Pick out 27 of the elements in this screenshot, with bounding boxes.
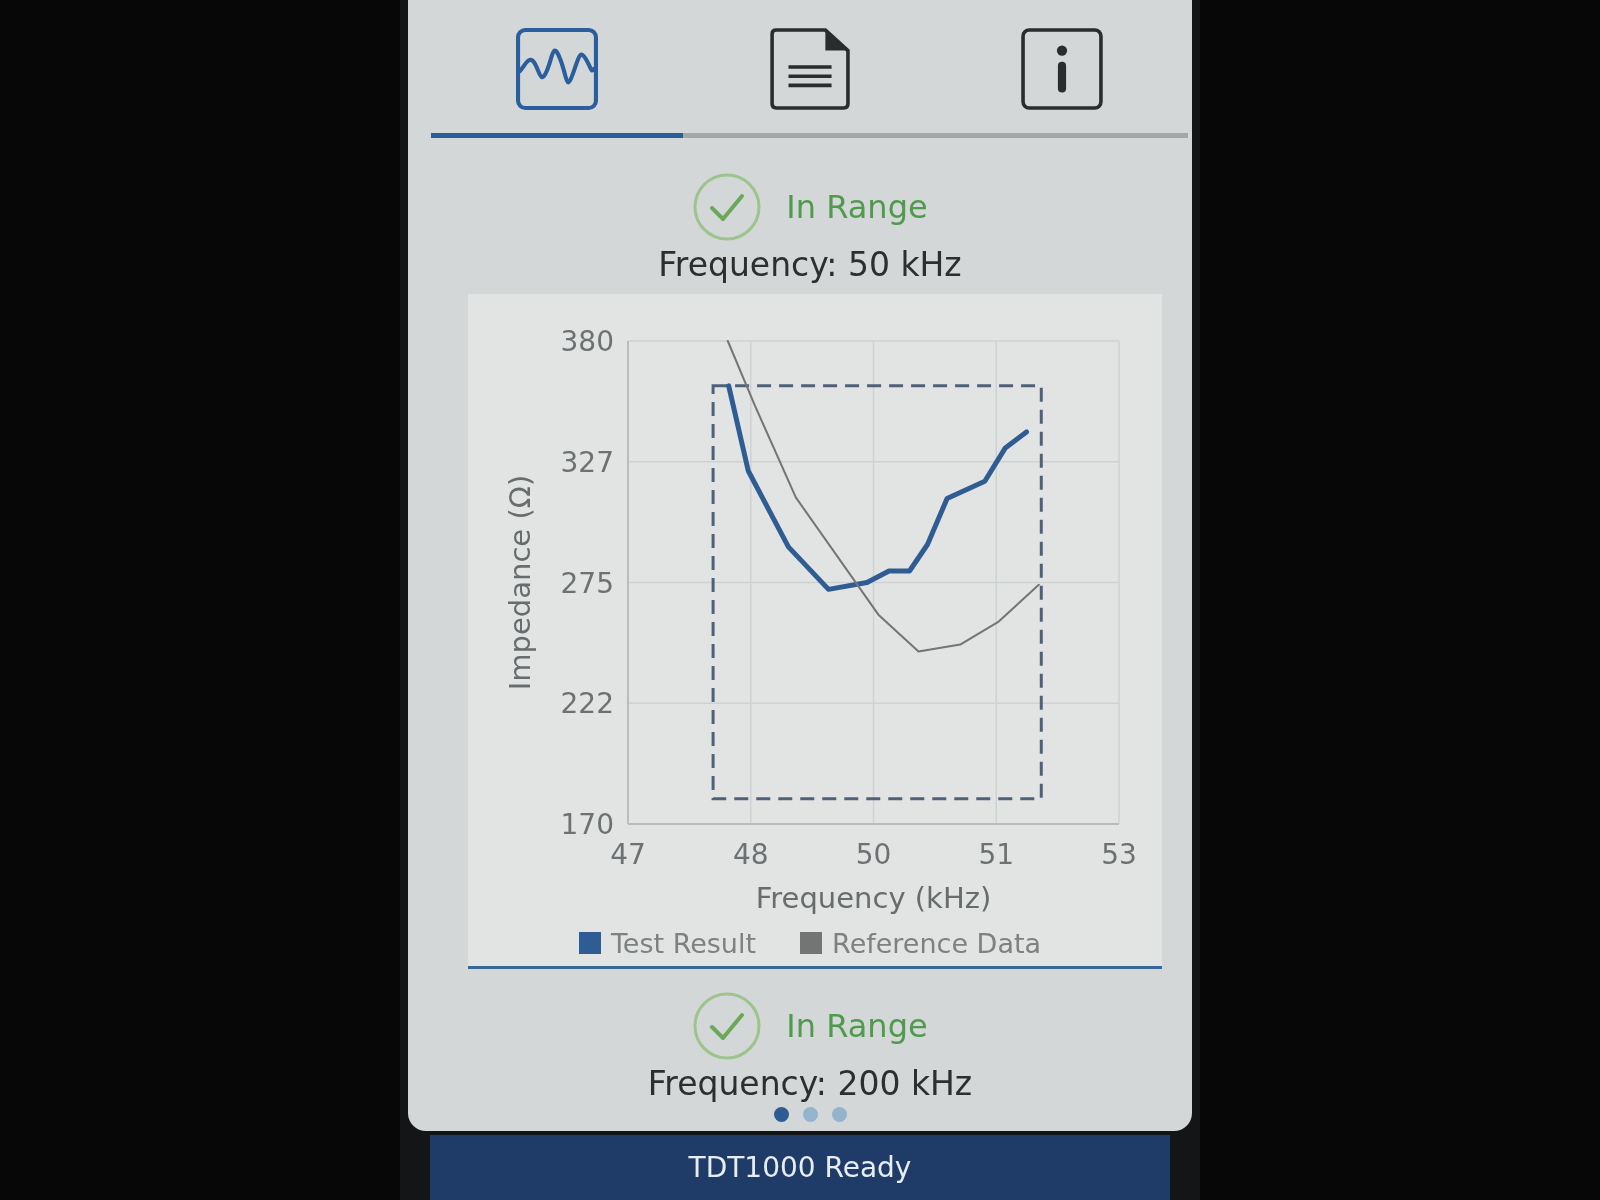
status-text: In Range	[786, 1007, 928, 1045]
check-circle-icon	[692, 991, 763, 1061]
axis-tick-label: 48	[732, 838, 769, 871]
axis-tick-label: 222	[560, 687, 614, 721]
axis-title: Impedance (Ω)	[503, 474, 537, 691]
page-dot[interactable]	[802, 1107, 818, 1122]
page-dot[interactable]	[773, 1107, 789, 1122]
axis-tick-label: 47	[610, 838, 646, 871]
legend-label: Test Result	[610, 927, 757, 959]
axis-tick-label: 50	[855, 838, 892, 871]
info-icon	[1020, 28, 1103, 110]
document-icon	[768, 28, 851, 110]
status-message: TDT1000 Ready	[688, 1151, 912, 1184]
status-text: In Range	[786, 188, 928, 226]
axis-tick-label: 53	[1101, 838, 1137, 871]
axis-tick-label: 170	[560, 808, 614, 841]
axis-tick-label: 275	[560, 566, 614, 600]
frequency-label: Frequency: 50 kHz	[658, 246, 962, 284]
waveform-icon	[516, 28, 599, 110]
frequency-label: Frequency: 200 kHz	[647, 1065, 973, 1103]
legend-label: Reference Data	[832, 927, 1042, 959]
axis-tick-label: 51	[978, 838, 1015, 871]
check-circle-icon	[692, 172, 763, 242]
page-dot[interactable]	[831, 1107, 847, 1122]
axis-tick-label: 380	[560, 325, 614, 358]
axis-title: Frequency (kHz)	[755, 881, 992, 915]
axis-tick-label: 327	[560, 445, 614, 479]
